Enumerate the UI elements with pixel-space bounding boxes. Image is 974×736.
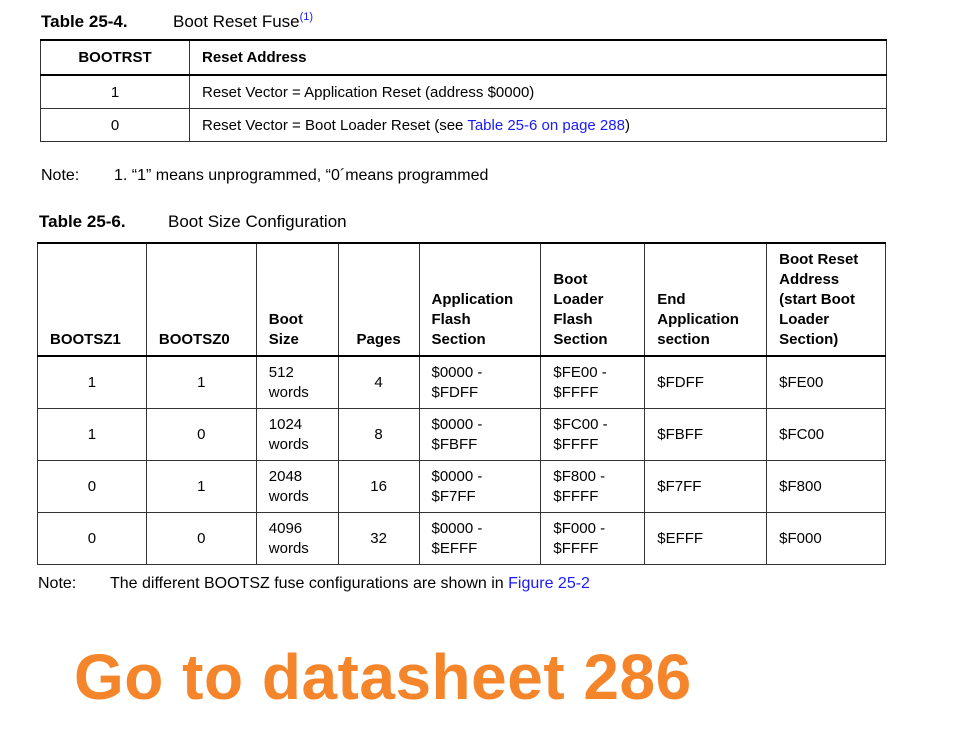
table-row: 1 Reset Vector = Application Reset (addr… [40,74,887,109]
table-row: 0 1 2048 words 16 $0000 - $F7FF $F800 - $FF… [37,460,886,513]
cell-boot-reset-address: $F800 [766,460,886,513]
boot-reset-fuse-table: BOOTRST Reset Address 1 Reset Vector = A… [40,39,887,142]
table-row: 1 0 1024 words 8 $0000 - $FBFF $FC00 - $FFF… [37,408,886,461]
note-label: Note: [41,167,80,184]
table-row: 1 1 512 words 4 $0000 - $FDFF $FE00 - $FFFF… [37,355,886,409]
cell-application-flash: $0000 - $F7FF [418,460,542,513]
header-boot-loader-flash-section: Boot Loader Flash Section [540,242,646,357]
cell-end-application: $FDFF [644,355,768,409]
table2-number: Table 25-6. [39,212,126,231]
header-boot-size: Boot Size [255,242,339,357]
table1-title: Boot Reset Fuse [173,12,300,31]
cell-bootsz1: 0 [37,512,147,565]
header-end-application-section: End Application section [644,242,768,357]
cell-bootsz1: 0 [37,460,147,513]
cell-application-flash: $0000 - $FBFF [418,408,542,461]
cell-bootsz1: 1 [37,355,147,409]
header-boot-reset-address: Boot Reset Address (start Boot Loader Sectio… [766,242,886,357]
datasheet-banner: Go to datasheet 286 [74,641,692,713]
cell-boot-size: 4096 words [255,512,339,565]
header-reset-address: Reset Address [189,39,887,76]
cell-boot-reset-address: $FC00 [766,408,886,461]
table2-note: Note: The different BOOTSZ fuse configura… [38,575,590,593]
note-text: 1. “1” means unprogrammed, “0´means prog… [114,167,489,184]
cell-boot-reset-address: $F000 [766,512,886,565]
table-row: 0 Reset Vector = Boot Loader Reset (see … [40,108,887,142]
table1-number: Table 25-4. [41,12,128,31]
cell-bootsz0: 1 [145,460,257,513]
cell-end-application: $EFFF [644,512,768,565]
cell-boot-loader-flash: $F000 - $FFFF [540,512,646,565]
table-25-6-link[interactable]: Table 25-6 on page 288 [467,117,625,134]
note-text: The different BOOTSZ fuse configurations… [110,575,509,592]
cell-text: ) [624,116,630,134]
cell-bootsz0: 0 [145,408,257,461]
cell-boot-loader-flash: $FC00 - $FFFF [540,408,646,461]
cell-end-application: $FBFF [644,408,768,461]
table1-caption: Table 25-4. Boot Reset Fuse(1) [41,11,313,32]
cell-pages: 16 [337,460,420,513]
table-row: 0 0 4096 words 32 $0000 - $EFFF $F000 - $FF… [37,512,886,565]
cell-boot-size: 1024 words [255,408,339,461]
header-application-flash-section: Application Flash Section [418,242,542,357]
header-bootsz0: BOOTSZ0 [145,242,257,357]
cell-application-flash: $0000 - $FDFF [418,355,542,409]
cell-boot-loader-flash: $F800 - $FFFF [540,460,646,513]
cell-pages: 8 [337,408,420,461]
cell-reset-address: Reset Vector = Boot Loader Reset (see Ta… [189,108,887,142]
cell-bootsz1: 1 [37,408,147,461]
cell-boot-size: 2048 words [255,460,339,513]
note-label: Note: [38,575,77,592]
cell-bootsz0: 1 [145,355,257,409]
boot-size-configuration-table: BOOTSZ1 BOOTSZ0 Boot Size Pages Applicati… [37,242,886,565]
header-bootsz1: BOOTSZ1 [37,242,147,357]
cell-boot-reset-address: $FE00 [766,355,886,409]
cell-pages: 4 [337,355,420,409]
figure-25-2-link[interactable]: Figure 25-2 [508,575,590,592]
cell-reset-address: Reset Vector = Application Reset (addres… [189,74,887,109]
table1-footnote-link[interactable]: (1) [300,11,313,23]
cell-bootrst: 0 [40,108,190,142]
table2-caption: Table 25-6. Boot Size Configuration [39,212,347,232]
table-header-row: BOOTRST Reset Address [40,39,887,76]
cell-text: Reset Vector = Boot Loader Reset (see [202,116,468,134]
cell-boot-loader-flash: $FE00 - $FFFF [540,355,646,409]
header-bootrst: BOOTRST [40,39,190,76]
table-header-row: BOOTSZ1 BOOTSZ0 Boot Size Pages Applicati… [37,242,886,357]
cell-pages: 32 [337,512,420,565]
cell-boot-size: 512 words [255,355,339,409]
header-pages: Pages [337,242,420,357]
table2-title: Boot Size Configuration [168,212,347,231]
cell-end-application: $F7FF [644,460,768,513]
table1-note: Note: 1. “1” means unprogrammed, “0´means… [41,167,488,185]
cell-application-flash: $0000 - $EFFF [418,512,542,565]
cell-bootrst: 1 [40,74,190,109]
cell-bootsz0: 0 [145,512,257,565]
